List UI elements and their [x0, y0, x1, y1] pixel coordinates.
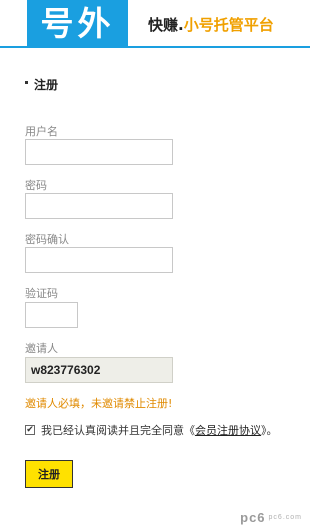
confirm-password-label: 密码确认	[25, 233, 69, 246]
confirm-password-input[interactable]	[25, 247, 173, 273]
header: 号外 快赚. 小号托管平台	[0, 0, 310, 50]
username-label: 用户名	[25, 125, 58, 138]
captcha-label: 验证码	[25, 287, 58, 300]
agreement-link[interactable]: 会员注册协议	[195, 422, 261, 438]
logo[interactable]: 号外	[27, 0, 128, 46]
slogan: 快赚. 小号托管平台	[148, 12, 274, 36]
password-input[interactable]	[25, 193, 173, 219]
agree-checkbox[interactable]: ✔	[25, 425, 35, 435]
watermark-text: pc6	[240, 510, 266, 525]
inviter-warning: 邀请人必填，未邀请禁止注册!	[25, 397, 173, 410]
section-title-text: 注册	[34, 78, 59, 92]
captcha-input[interactable]	[25, 302, 78, 328]
slogan-part2: 小号托管平台	[183, 15, 274, 34]
watermark-small: pc6.com	[268, 514, 302, 521]
password-label: 密码	[25, 179, 47, 192]
agreement-row: ✔ 我已经认真阅读并且完全同意《 会员注册协议 》。	[25, 422, 278, 438]
bullet-icon	[25, 81, 28, 84]
agree-suffix: 》。	[261, 424, 278, 437]
slogan-part1: 快赚.	[148, 15, 184, 34]
section-title: 注册	[25, 76, 58, 93]
inviter-input[interactable]	[25, 357, 173, 383]
username-input[interactable]	[25, 139, 173, 165]
watermark: pc6 pc6.com	[240, 510, 302, 525]
header-divider	[0, 46, 310, 48]
inviter-label: 邀请人	[25, 342, 58, 355]
logo-text: 号外	[40, 3, 115, 43]
register-button[interactable]: 注册	[25, 460, 73, 488]
agree-prefix: 我已经认真阅读并且完全同意《	[41, 424, 195, 437]
